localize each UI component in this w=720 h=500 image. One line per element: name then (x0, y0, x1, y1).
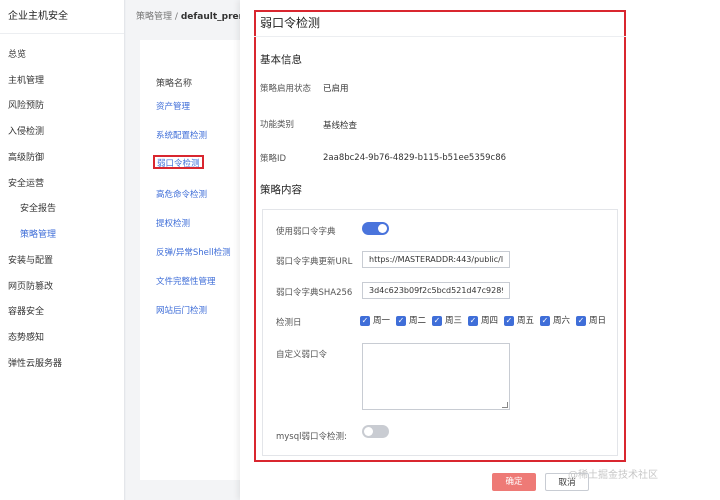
category-label: 功能类别 (260, 120, 295, 130)
status-label: 策略启用状态 (260, 84, 312, 94)
policy-id-value: 2aa8bc24-9b76-4829-b115-b51ee5359c86 (323, 153, 507, 163)
day-checkbox-wed[interactable]: ✓ 周三 (432, 314, 462, 328)
use-dict-label: 使用弱口令字典 (276, 227, 336, 237)
custom-password-label: 自定义弱口令 (276, 350, 328, 360)
custom-password-textarea[interactable] (362, 343, 510, 410)
breadcrumb-separator: / (174, 12, 178, 22)
detect-days-label: 检测日 (276, 318, 302, 328)
resize-grip-icon[interactable] (502, 402, 508, 408)
use-dict-toggle[interactable] (362, 222, 389, 235)
dict-sha-label: 弱口令字典SHA256 (276, 288, 353, 298)
day-checkbox-tue[interactable]: ✓ 周二 (396, 314, 426, 328)
check-icon: ✓ (468, 315, 478, 326)
day-checkbox-mon[interactable]: ✓ 周一 (360, 314, 390, 328)
policy-id-label: 策略ID (260, 154, 287, 164)
category-value: 基线检查 (323, 121, 358, 131)
check-icon: ✓ (360, 315, 370, 326)
policy-content-panel (262, 209, 618, 456)
check-icon: ✓ (504, 315, 514, 326)
day-checkbox-sun[interactable]: ✓ 周日 (576, 314, 606, 328)
day-checkbox-sat[interactable]: ✓ 周六 (540, 314, 570, 328)
check-icon: ✓ (540, 315, 550, 326)
day-checkbox-thu[interactable]: ✓ 周四 (468, 314, 498, 328)
dict-url-input[interactable] (362, 251, 510, 268)
breadcrumb-parent[interactable]: 策略管理 (136, 12, 172, 22)
check-icon: ✓ (432, 315, 442, 326)
drawer-divider (254, 36, 626, 37)
toggle-knob (378, 224, 387, 233)
check-icon: ✓ (396, 315, 406, 326)
toggle-knob (364, 427, 373, 436)
confirm-button[interactable]: 确定 (492, 473, 536, 491)
dict-sha-input[interactable] (362, 282, 510, 299)
watermark: @稀土掘金技术社区 (568, 470, 658, 481)
mysql-detect-label: mysql弱口令检测: (276, 432, 347, 442)
dict-url-label: 弱口令字典更新URL (276, 257, 353, 267)
drawer-title: 弱口令检测 (260, 16, 321, 30)
basic-info-title: 基本信息 (260, 54, 302, 66)
day-checkbox-fri[interactable]: ✓ 周五 (504, 314, 534, 328)
policy-content-title: 策略内容 (260, 184, 302, 196)
sidebar-title: 企业主机安全 (0, 0, 124, 34)
breadcrumb: 策略管理 / default_premiu (136, 0, 256, 34)
check-icon: ✓ (576, 315, 586, 326)
mysql-detect-toggle[interactable] (362, 425, 389, 438)
policy-item-weak-password[interactable]: 弱口令检测 (153, 155, 204, 169)
status-value: 已启用 (323, 84, 349, 94)
